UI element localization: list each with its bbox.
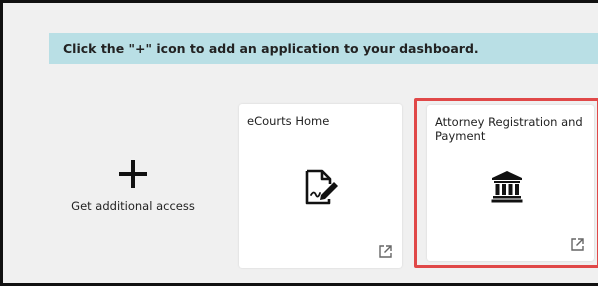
external-link-icon[interactable]	[378, 244, 393, 259]
document-signature-icon	[305, 169, 338, 205]
instruction-text: Click the "+" icon to add an application…	[63, 41, 479, 56]
dashboard-frame: Click the "+" icon to add an application…	[0, 0, 598, 286]
get-additional-access-tile[interactable]: Get additional access	[43, 103, 223, 268]
highlight-outline	[414, 98, 598, 268]
instruction-banner: Click the "+" icon to add an application…	[49, 33, 598, 64]
plus-icon[interactable]	[119, 160, 147, 188]
app-card-title: eCourts Home	[247, 114, 330, 128]
get-additional-access-label: Get additional access	[71, 199, 195, 213]
app-card-ecourts-home[interactable]: eCourts Home	[239, 104, 402, 268]
